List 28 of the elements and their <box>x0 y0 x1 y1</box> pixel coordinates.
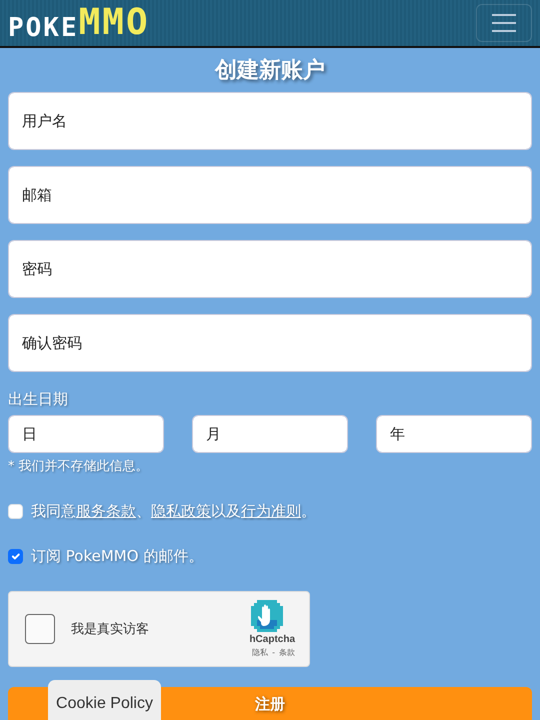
input-field[interactable]: 年 <box>376 414 532 453</box>
captcha-brand: hCaptcha <box>249 632 295 647</box>
captcha-link[interactable]: 隐私 <box>252 646 268 659</box>
menu-button[interactable] <box>476 4 532 42</box>
input-field[interactable]: 邮箱 <box>8 166 532 224</box>
birth-date-label: 出生日期 <box>8 389 69 410</box>
captcha-link[interactable]: 条款 <box>279 646 295 659</box>
input-field[interactable]: 确认密码 <box>8 314 532 372</box>
captcha-checkbox[interactable] <box>25 614 55 644</box>
input-field[interactable]: 密码 <box>8 240 532 298</box>
checkbox-label: 订阅 PokeMMO 的邮件。 <box>31 546 204 567</box>
menu-icon <box>491 13 517 33</box>
link[interactable]: 隐私政策 <box>151 502 211 520</box>
link[interactable]: 行为准则 <box>241 502 301 520</box>
captcha-label: 我是真实访客 <box>71 620 149 639</box>
page-title: 创建新账户 <box>214 58 326 84</box>
logo-text: POKE <box>8 15 79 41</box>
info-note: * 我们并不存储此信息。 <box>8 458 150 476</box>
input-field[interactable]: 月 <box>192 414 348 453</box>
input-field[interactable]: 日 <box>8 414 164 453</box>
cookie-policy-toast[interactable]: Cookie Policy <box>48 680 161 720</box>
separator: - <box>272 646 275 659</box>
checkbox[interactable] <box>8 548 23 564</box>
input-field[interactable]: 用户名 <box>8 92 532 150</box>
logo-accent-text: MMO <box>78 5 150 41</box>
hand-logo-icon <box>251 600 283 632</box>
checkbox-label: 我同意服务条款、隐私政策以及行为准则。 <box>31 501 316 522</box>
link[interactable]: 服务条款 <box>76 502 136 520</box>
